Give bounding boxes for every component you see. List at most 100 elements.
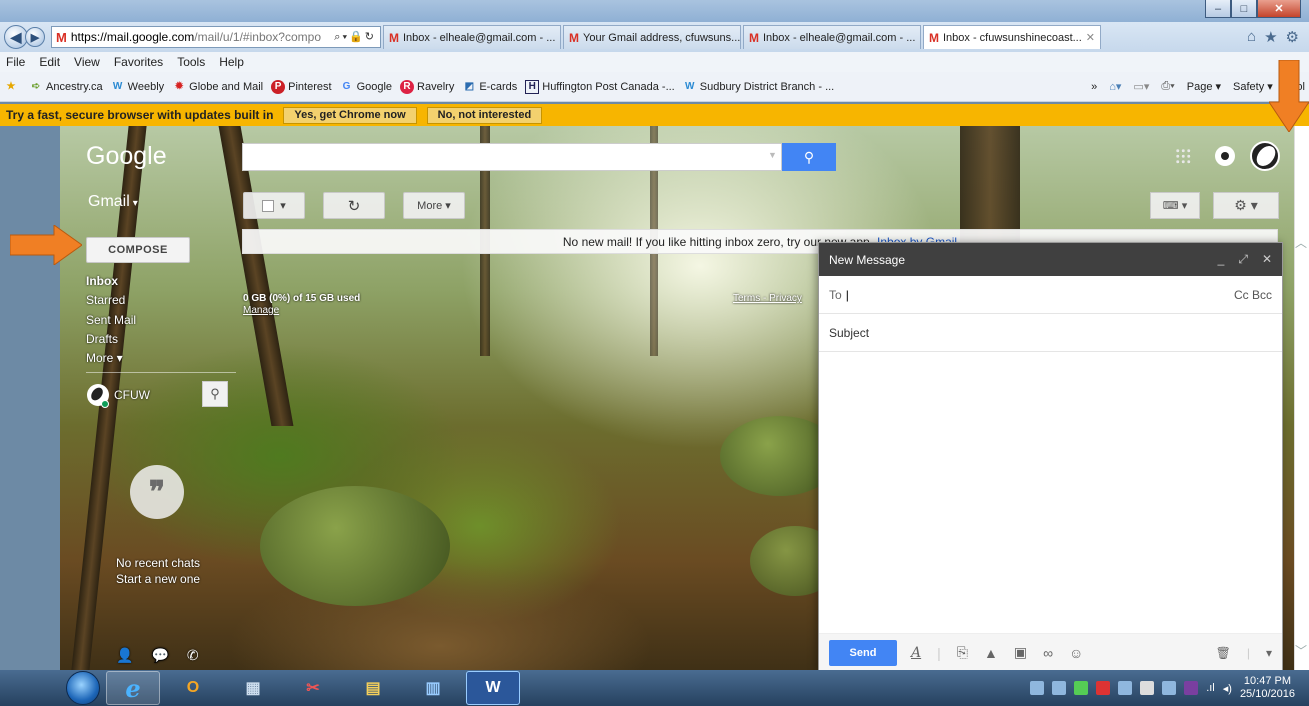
onenote-icon[interactable] (1184, 681, 1199, 695)
gear-icon[interactable]: ⚙ (1286, 28, 1299, 46)
input-tools-button[interactable]: ⌨ ▾ (1150, 192, 1200, 219)
minimize-icon[interactable]: _ (1218, 252, 1225, 267)
volume-icon[interactable]: ◂) (1223, 682, 1232, 695)
menu-favorites[interactable]: Favorites (114, 55, 163, 69)
signal-icon[interactable]: .ıl (1206, 682, 1215, 694)
google-logo[interactable]: Google (86, 142, 167, 171)
emoji-icon[interactable]: ☺ (1069, 645, 1083, 661)
refresh-button[interactable]: ↻ (323, 192, 385, 219)
phone-icon[interactable]: ✆ (187, 647, 199, 664)
get-chrome-button[interactable]: Yes, get Chrome now (283, 106, 417, 124)
drive-icon[interactable]: ▲ (984, 645, 998, 661)
start-new-chat-link[interactable]: Start a new one (116, 572, 200, 586)
hangouts-search-button[interactable]: ⚲ (202, 381, 228, 407)
message-body[interactable] (819, 353, 1282, 633)
menu-help[interactable]: Help (219, 55, 244, 69)
chat-bubble-icon[interactable]: 💬 (151, 647, 168, 664)
browser-tab[interactable]: M Inbox - elheale@gmail.com - ... (383, 25, 561, 49)
favorites-star-icon[interactable]: ★ (4, 80, 21, 94)
nav-inbox[interactable]: Inbox (86, 274, 118, 288)
feeds-icon[interactable]: ▭▾ (1133, 80, 1149, 93)
close-window-icon[interactable]: ✕ (1257, 0, 1301, 18)
account-avatar[interactable] (1250, 141, 1280, 171)
menu-tools[interactable]: Tools (177, 55, 205, 69)
network-app-icon[interactable]: ▥ (406, 671, 460, 705)
send-button[interactable]: Send (829, 639, 897, 666)
attach-file-icon[interactable]: ⎘ (957, 644, 968, 661)
tray-icon[interactable] (1030, 681, 1045, 695)
insert-photo-icon[interactable]: ▣ (1014, 644, 1027, 661)
tray-icon[interactable] (1052, 681, 1067, 695)
safety-menu[interactable]: Safety ▾ (1233, 80, 1273, 93)
gmail-menu-label[interactable]: Gmail (88, 193, 138, 211)
chevron-more-icon[interactable]: » (1091, 81, 1097, 93)
tray-icon[interactable] (1118, 681, 1133, 695)
nav-sent-mail[interactable]: Sent Mail (86, 313, 136, 327)
page-scrollbar[interactable] (1294, 126, 1309, 670)
favorite-ravelry[interactable]: R Ravelry (400, 79, 454, 94)
search-button[interactable]: ⚲ (782, 143, 836, 171)
print-icon[interactable]: ⎙▾ (1161, 80, 1174, 93)
start-button[interactable] (66, 671, 100, 705)
close-tab-icon[interactable]: ✕ (1086, 31, 1095, 44)
compose-header[interactable]: New Message _ ⤢ ✕ (819, 243, 1282, 276)
close-icon[interactable]: ✕ (1262, 252, 1272, 267)
favorite-ancestry[interactable]: ➪ Ancestry.ca (29, 80, 103, 94)
address-bar[interactable]: M https://mail.google.com /mail/u/1/#inb… (51, 26, 381, 48)
tray-icon[interactable] (1096, 681, 1111, 695)
favorites-star-icon[interactable]: ★ (1264, 28, 1277, 46)
file-explorer-icon[interactable]: ▤ (346, 671, 400, 705)
search-input[interactable] (242, 143, 782, 171)
internet-explorer-icon[interactable]: e (106, 671, 160, 705)
more-options-icon[interactable]: ▾ (1266, 646, 1272, 660)
subject-field[interactable]: Subject (819, 314, 1282, 352)
scroll-down-icon[interactable]: ﹀ (1295, 642, 1307, 659)
favorite-ecards[interactable]: ◩ E-cards (462, 80, 518, 94)
home-icon[interactable]: ⌂ (1247, 28, 1256, 46)
favorite-weebly[interactable]: W Weebly (111, 80, 164, 94)
tray-icon[interactable] (1074, 681, 1089, 695)
menu-view[interactable]: View (74, 55, 100, 69)
favorite-globe-and-mail[interactable]: ✹ Globe and Mail (172, 80, 263, 94)
hangouts-user-name[interactable]: CFUW (114, 388, 150, 402)
flag-icon[interactable] (1140, 681, 1155, 695)
insert-link-icon[interactable]: ∞ (1043, 645, 1053, 661)
home-icon[interactable]: ⌂▾ (1109, 80, 1121, 93)
more-actions-button[interactable]: More ▾ (403, 192, 465, 219)
nav-more[interactable]: More ▾ (86, 351, 123, 365)
manage-storage-link[interactable]: Manage (243, 305, 279, 316)
favorite-google[interactable]: G Google (340, 80, 392, 94)
browser-tab[interactable]: M Inbox - elheale@gmail.com - ... (743, 25, 921, 49)
nav-starred[interactable]: Starred (86, 293, 125, 307)
notifications-icon[interactable] (1215, 146, 1235, 166)
expand-icon[interactable]: ⤢ (1238, 252, 1248, 267)
page-menu[interactable]: Page ▾ (1187, 80, 1221, 93)
browser-tab[interactable]: M Your Gmail address, cfuwsuns... (563, 25, 741, 49)
nav-drafts[interactable]: Drafts (86, 332, 118, 346)
person-icon[interactable]: 👤 (116, 647, 133, 664)
favorite-pinterest[interactable]: P Pinterest (271, 79, 332, 94)
browser-tab-active[interactable]: M Inbox - cfuwsunshinecoast... ✕ (923, 25, 1101, 49)
snipping-tool-icon[interactable]: ✂ (286, 671, 340, 705)
address-tools-icon[interactable]: ⌕▾🔒↻ (334, 30, 376, 44)
apps-grid-icon[interactable] (1175, 148, 1191, 164)
calculator-icon[interactable]: ▦ (226, 671, 280, 705)
menu-edit[interactable]: Edit (39, 55, 60, 69)
forward-button[interactable]: ▶ (25, 27, 45, 47)
outlook-icon[interactable]: O (166, 671, 220, 705)
to-field[interactable]: To | Cc Bcc (819, 276, 1282, 314)
discard-draft-icon[interactable]: 🗑 (1216, 646, 1231, 660)
minimize-icon[interactable]: – (1205, 0, 1231, 18)
favorite-sudbury[interactable]: W Sudbury District Branch - ... (683, 80, 834, 94)
menu-file[interactable]: File (6, 55, 25, 69)
search-options-icon[interactable]: ▼ (768, 150, 777, 160)
tray-icon[interactable] (1162, 681, 1177, 695)
terms-privacy-link[interactable]: Terms - Privacy (733, 293, 802, 304)
scroll-up-icon[interactable]: ︿ (1295, 234, 1307, 251)
word-icon[interactable]: W (466, 671, 520, 705)
formatting-icon[interactable]: A (911, 645, 921, 661)
maximize-icon[interactable]: □ (1231, 0, 1257, 18)
settings-button[interactable]: ⚙ ▾ (1213, 192, 1279, 219)
cc-bcc-link[interactable]: Cc Bcc (1234, 288, 1272, 302)
system-clock[interactable]: 10:47 PM 25/10/2016 (1240, 675, 1295, 701)
